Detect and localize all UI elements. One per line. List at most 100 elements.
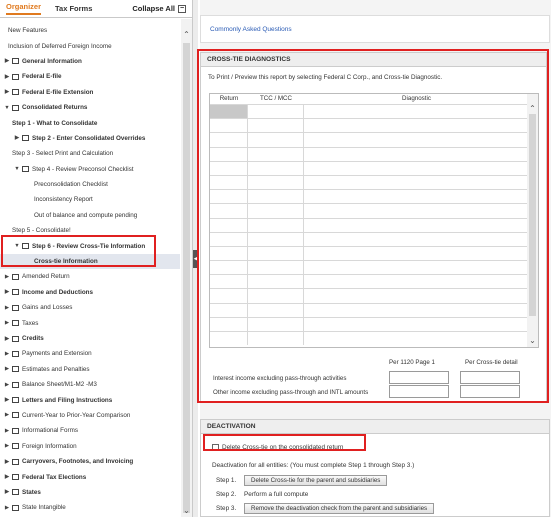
- tree-item[interactable]: ▶ Gains and Losses: [0, 300, 180, 315]
- tree-scrollbar[interactable]: ⌃ ⌄: [181, 19, 192, 517]
- collapsed-arrow-icon[interactable]: ▶: [2, 382, 12, 388]
- tree-item-label: Step 5 - Consolidate!: [12, 227, 71, 235]
- tree-item[interactable]: ▶ Balance Sheet/M1-M2 -M3: [0, 377, 180, 392]
- folder-icon: [12, 104, 19, 111]
- faq-link[interactable]: Commonly Asked Questions: [210, 26, 292, 33]
- tree-item[interactable]: Preconsolidation Checklist: [0, 177, 180, 192]
- tree-item[interactable]: Out of balance and compute pending: [0, 208, 180, 223]
- tree-item-label: State Intangible: [22, 504, 66, 512]
- tree-item[interactable]: ▼ Step 4 - Review Preconsol Checklist: [0, 162, 180, 177]
- faq-bar: Commonly Asked Questions: [200, 15, 550, 43]
- tree-item[interactable]: ▶ State Intangible: [0, 500, 180, 515]
- tree-highlight-box: [1, 235, 156, 267]
- collapsed-arrow-icon[interactable]: ▶: [2, 412, 12, 418]
- tree-item-label: Informational Forms: [22, 427, 78, 435]
- step3-row: Step 3. Remove the deactivation check fr…: [216, 503, 435, 514]
- tree-item[interactable]: ▶ States: [0, 485, 180, 500]
- tree-item-label: Balance Sheet/M1-M2 -M3: [22, 381, 97, 389]
- folder-icon: [22, 135, 29, 142]
- scroll-up-icon[interactable]: ⌃: [181, 30, 192, 39]
- tree-item[interactable]: ▶ Foreign Information: [0, 439, 180, 454]
- folder-icon: [12, 304, 19, 311]
- expanded-arrow-icon[interactable]: ▼: [12, 166, 22, 172]
- tree-item[interactable]: ▶ General Information: [0, 54, 180, 69]
- tree-item[interactable]: ▶ Payments and Extension: [0, 346, 180, 361]
- scroll-down-icon[interactable]: ⌄: [181, 506, 192, 515]
- tree-item[interactable]: ▶ Income and Deductions: [0, 285, 180, 300]
- tree-item[interactable]: ▼ Consolidated Returns: [0, 100, 180, 115]
- collapsed-arrow-icon[interactable]: ▶: [2, 58, 12, 64]
- tree-item-label: Federal E-file Extension: [22, 88, 94, 96]
- tree-item[interactable]: Step 1 - What to Consolidate: [0, 115, 180, 130]
- tree-item-label: Taxes: [22, 319, 39, 327]
- tree-item[interactable]: ▶ Credits: [0, 331, 180, 346]
- tree-item[interactable]: ▶ Taxes: [0, 315, 180, 330]
- step2-row: Step 2. Perform a full compute: [216, 491, 308, 498]
- scroll-thumb[interactable]: [183, 43, 190, 513]
- collapsed-arrow-icon[interactable]: ▶: [2, 289, 12, 295]
- tree-item[interactable]: ▶ Estimates and Penalties: [0, 362, 180, 377]
- collapsed-arrow-icon[interactable]: ▶: [2, 89, 12, 95]
- tree-item[interactable]: ▶ Step 2 - Enter Consolidated Overrides: [0, 131, 180, 146]
- collapsed-arrow-icon[interactable]: ▶: [2, 305, 12, 311]
- tree-item-label: Estimates and Penalties: [22, 365, 90, 373]
- folder-icon: [12, 458, 19, 465]
- collapsed-arrow-icon[interactable]: ▶: [2, 351, 12, 357]
- folder-icon: [12, 289, 19, 296]
- collapsed-arrow-icon[interactable]: ▶: [2, 74, 12, 80]
- tree-item[interactable]: New Features: [0, 23, 180, 38]
- tree-item-label: Step 1 - What to Consolidate: [12, 119, 98, 127]
- tree-item[interactable]: ▶ Federal Tax Elections: [0, 469, 180, 484]
- minus-icon: −: [178, 4, 186, 13]
- collapsed-arrow-icon[interactable]: ▶: [2, 366, 12, 372]
- tree-item[interactable]: ▶ Carryovers, Footnotes, and Invoicing: [0, 454, 180, 469]
- collapsed-arrow-icon[interactable]: ▶: [2, 489, 12, 495]
- section-title: DEACTIVATION: [201, 420, 549, 434]
- tree-item-label: Step 2 - Enter Consolidated Overrides: [32, 134, 146, 142]
- organizer-tree: New Features Inclusion of Deferred Foreig…: [0, 23, 180, 517]
- collapsed-arrow-icon[interactable]: ▶: [12, 135, 22, 141]
- tree-item[interactable]: ▶ Letters and Filing Instructions: [0, 392, 180, 407]
- step1-label: Step 1.: [216, 477, 237, 484]
- collapsed-arrow-icon[interactable]: ▶: [2, 505, 12, 511]
- tab-organizer[interactable]: Organizer: [6, 2, 42, 15]
- tree-item[interactable]: ▶ Federal E-file Extension: [0, 85, 180, 100]
- collapsed-arrow-icon[interactable]: ▶: [2, 474, 12, 480]
- tree-item[interactable]: Step 3 - Select Print and Calculation: [0, 146, 180, 161]
- folder-icon: [22, 166, 29, 173]
- collapsed-arrow-icon[interactable]: ▶: [2, 336, 12, 342]
- tree-item-label: Credits: [22, 335, 44, 342]
- folder-icon: [12, 350, 19, 357]
- collapsed-arrow-icon[interactable]: ▶: [2, 320, 12, 326]
- expanded-arrow-icon[interactable]: ▼: [2, 105, 12, 111]
- tree-item[interactable]: ▶ Federal E-file: [0, 69, 180, 84]
- tree-item-label: Payments and Extension: [22, 350, 92, 358]
- tree-item-label: Amended Return: [22, 273, 70, 281]
- collapse-all-button[interactable]: Collapse All −: [132, 4, 186, 13]
- step2-text: Perform a full compute: [244, 491, 309, 498]
- folder-icon: [12, 58, 19, 65]
- folder-icon: [12, 89, 19, 96]
- tree-item-label: Income and Deductions: [22, 288, 94, 296]
- folder-icon: [12, 397, 19, 404]
- folder-icon: [12, 73, 19, 80]
- tree-item[interactable]: Inconsistency Report: [0, 192, 180, 207]
- tree-item[interactable]: Inclusion of Deferred Foreign Income: [0, 38, 180, 53]
- collapsed-arrow-icon[interactable]: ▶: [2, 397, 12, 403]
- collapsed-arrow-icon[interactable]: ▶: [2, 443, 12, 449]
- remove-deactivation-button[interactable]: Remove the deactivation check from the p…: [244, 503, 435, 514]
- folder-icon: [12, 489, 19, 496]
- tab-tax-forms[interactable]: Tax Forms: [55, 4, 92, 13]
- panel-header: Organizer Tax Forms Collapse All −: [0, 0, 192, 18]
- tree-item-label: Inclusion of Deferred Foreign Income: [8, 42, 112, 50]
- tree-item-label: Step 4 - Review Preconsol Checklist: [32, 165, 134, 173]
- collapsed-arrow-icon[interactable]: ▶: [2, 274, 12, 280]
- collapsed-arrow-icon[interactable]: ▶: [2, 459, 12, 465]
- tree-item[interactable]: ▶ Amended Return: [0, 269, 180, 284]
- tree-item[interactable]: ▶ Current-Year to Prior-Year Comparison: [0, 408, 180, 423]
- tree-item-label: Step 3 - Select Print and Calculation: [12, 150, 114, 158]
- delete-crosstie-button[interactable]: Delete Cross-tie for the parent and subs…: [244, 475, 388, 486]
- folder-icon: [12, 504, 19, 511]
- tree-item[interactable]: ▶ Informational Forms: [0, 423, 180, 438]
- collapsed-arrow-icon[interactable]: ▶: [2, 428, 12, 434]
